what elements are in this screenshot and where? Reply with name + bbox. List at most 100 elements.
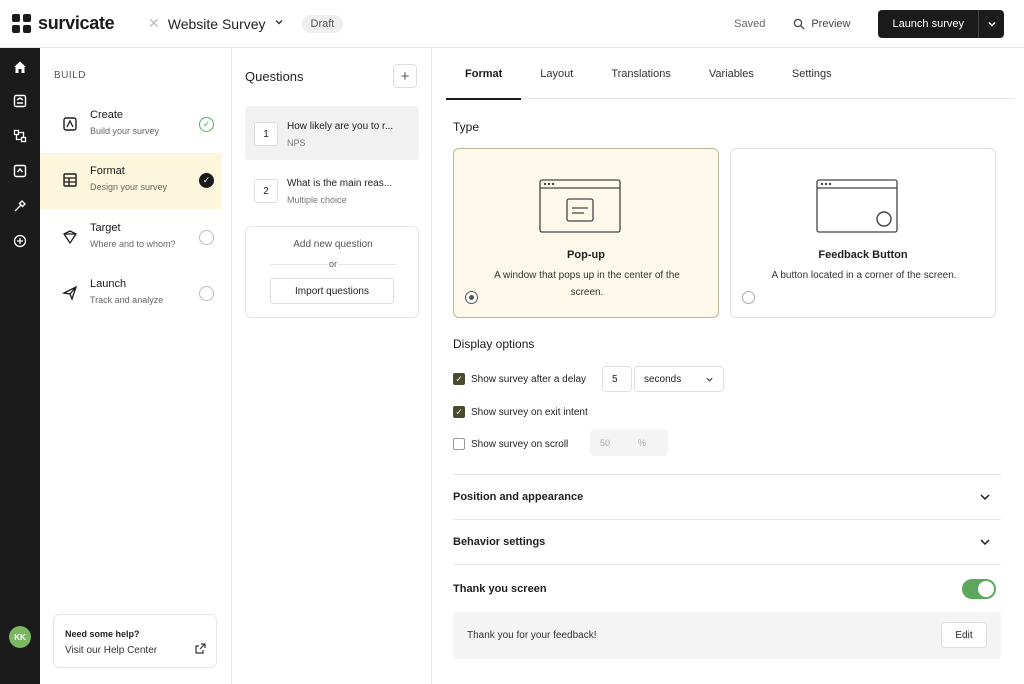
- help-center-link[interactable]: Visit our Help Center: [65, 645, 157, 656]
- format-icon: [63, 173, 77, 187]
- add-question-button[interactable]: +: [393, 64, 417, 88]
- question-number: 1: [254, 122, 278, 146]
- question-text: What is the main reas...: [287, 178, 393, 189]
- tab-translations[interactable]: Translations: [592, 48, 690, 99]
- radio-unselected[interactable]: [742, 291, 755, 304]
- target-icon: [63, 230, 77, 245]
- brand-name: survicate: [38, 13, 115, 33]
- step-subtitle: Build your survey: [90, 126, 160, 136]
- send-icon: [62, 285, 78, 301]
- plus-icon: +: [400, 67, 410, 85]
- tab-bar: Format Layout Translations Variables Set…: [446, 48, 1014, 100]
- step-subtitle: Design your survey: [90, 182, 168, 192]
- question-item[interactable]: 1 How likely are you to r... NPS: [245, 106, 419, 160]
- divider: [338, 264, 396, 265]
- step-subtitle: Track and analyze: [90, 295, 164, 305]
- behavior-settings-accordion[interactable]: Behavior settings: [453, 519, 1001, 564]
- type-card-popup[interactable]: Pop-up A window that pops up in the cent…: [453, 148, 719, 318]
- position-appearance-accordion[interactable]: Position and appearance: [453, 474, 1001, 519]
- main-panel: Format Layout Translations Variables Set…: [432, 48, 1024, 684]
- delay-option: ✓ Show survey after a delay: [453, 373, 586, 385]
- step-name: Format: [90, 165, 125, 177]
- accordion-label: Position and appearance: [453, 491, 584, 503]
- thank-you-text: Thank you for your feedback!: [467, 630, 597, 641]
- preview-button[interactable]: Preview: [793, 18, 850, 30]
- question-number: 2: [254, 179, 278, 203]
- empty-circle-icon: [199, 230, 214, 245]
- edit-button[interactable]: Edit: [941, 622, 987, 648]
- step-name: Target: [90, 222, 121, 234]
- type-name: Pop-up: [567, 249, 605, 261]
- exit-intent-checkbox[interactable]: ✓: [453, 406, 465, 418]
- avatar[interactable]: KK: [9, 626, 31, 648]
- scroll-percent-input[interactable]: 50 %: [590, 430, 668, 456]
- brand-logo[interactable]: survicate: [12, 13, 142, 34]
- tools-icon[interactable]: [10, 196, 30, 216]
- import-questions-button[interactable]: Import questions: [270, 278, 394, 304]
- save-status: Saved: [734, 17, 766, 30]
- step-launch[interactable]: Launch Track and analyze: [40, 266, 222, 322]
- radio-selected[interactable]: [465, 291, 478, 304]
- type-description: A window that pops up in the center of t…: [494, 270, 680, 298]
- exit-intent-option: ✓ Show survey on exit intent: [453, 406, 588, 418]
- add-question-box: Add new question or Import questions: [245, 226, 419, 318]
- step-name: Create: [90, 109, 124, 121]
- add-circle-icon[interactable]: [10, 231, 30, 251]
- questions-heading: Questions: [245, 69, 304, 84]
- build-panel: BUILD Create Build your survey ✓ Format …: [40, 48, 232, 684]
- type-card-feedback-button[interactable]: Feedback Button A button located in a co…: [730, 148, 996, 318]
- create-icon: [63, 117, 77, 131]
- close-icon[interactable]: ✕: [148, 15, 160, 32]
- left-rail: KK: [0, 48, 40, 684]
- chevron-down-icon: [706, 377, 713, 382]
- tab-variables[interactable]: Variables: [690, 48, 773, 99]
- launch-label: Launch survey: [892, 17, 964, 30]
- delay-unit-select[interactable]: seconds: [634, 366, 724, 392]
- delay-label: Show survey after a delay: [471, 373, 587, 385]
- step-create[interactable]: Create Build your survey ✓: [40, 97, 222, 153]
- type-heading: Type: [453, 120, 480, 134]
- exit-intent-label: Show survey on exit intent: [471, 406, 588, 418]
- display-options-heading: Display options: [453, 337, 535, 351]
- chevron-down-icon[interactable]: [978, 9, 1004, 38]
- help-card[interactable]: Need some help? Visit our Help Center: [53, 614, 217, 668]
- question-text: How likely are you to r...: [287, 121, 394, 132]
- search-icon: [794, 18, 805, 29]
- thank-you-section: Thank you screen: [453, 564, 1001, 612]
- survey-icon[interactable]: [10, 91, 30, 111]
- chevron-down-icon[interactable]: [274, 17, 284, 30]
- external-link-icon[interactable]: [195, 643, 206, 654]
- scroll-value: 50: [600, 438, 611, 448]
- build-icon[interactable]: [10, 161, 30, 181]
- scroll-option: Show survey on scroll: [453, 438, 568, 450]
- scroll-label: Show survey on scroll: [471, 438, 569, 450]
- question-item[interactable]: 2 What is the main reas... Multiple choi…: [245, 163, 419, 217]
- chevron-down-icon: [980, 539, 990, 546]
- questions-panel: Questions + 1 How likely are you to r...…: [232, 48, 432, 684]
- thank-you-toggle[interactable]: [962, 579, 996, 599]
- add-new-question-link[interactable]: Add new question: [246, 239, 420, 250]
- scroll-unit: %: [638, 438, 647, 448]
- tab-settings[interactable]: Settings: [773, 48, 851, 99]
- delay-checkbox[interactable]: ✓: [453, 373, 465, 385]
- delay-seconds-input[interactable]: 5: [602, 366, 632, 392]
- preview-label: Preview: [811, 17, 851, 30]
- check-circle-icon: ✓: [199, 117, 214, 132]
- feedback-window-icon: [816, 179, 898, 233]
- step-name: Launch: [90, 278, 127, 290]
- survey-title[interactable]: Website Survey: [168, 16, 266, 32]
- launch-survey-button[interactable]: Launch survey: [878, 9, 1004, 38]
- scroll-checkbox[interactable]: [453, 438, 465, 450]
- status-badge: Draft: [301, 14, 344, 33]
- tab-layout[interactable]: Layout: [521, 48, 592, 99]
- accordion-label: Behavior settings: [453, 536, 546, 548]
- home-icon[interactable]: [10, 57, 30, 77]
- empty-circle-icon: [199, 286, 214, 301]
- question-type: NPS: [287, 138, 306, 148]
- step-subtitle: Where and to whom?: [90, 239, 176, 249]
- tab-format[interactable]: Format: [446, 48, 522, 100]
- top-bar: survicate ✕ Website Survey Draft Saved P…: [0, 0, 1024, 48]
- integrations-icon[interactable]: [10, 126, 30, 146]
- step-target[interactable]: Target Where and to whom?: [40, 210, 222, 266]
- step-format[interactable]: Format Design your survey ✓: [40, 153, 222, 209]
